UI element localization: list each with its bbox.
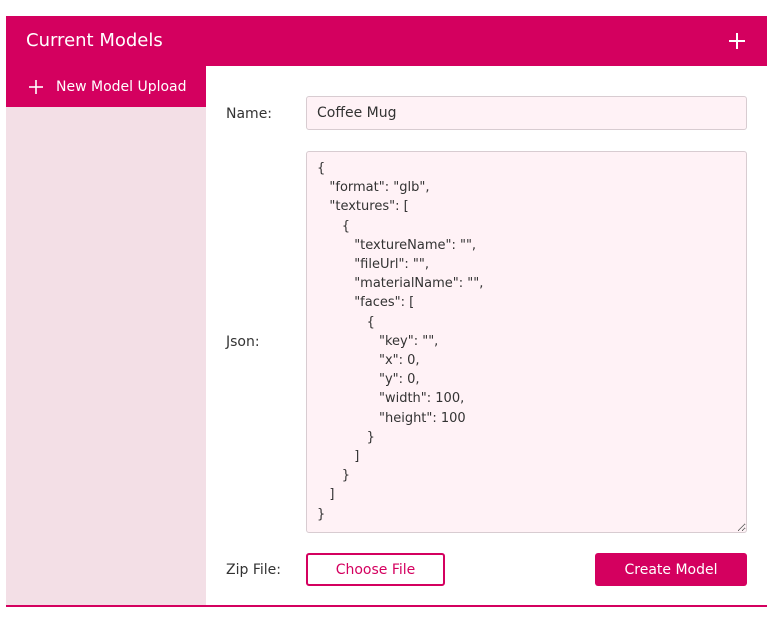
- models-panel: Current Models New Model Upload Name: Js…: [6, 16, 767, 607]
- sidebar-item-label: New Model Upload: [56, 79, 187, 95]
- page-title: Current Models: [26, 30, 163, 51]
- choose-file-button[interactable]: Choose File: [306, 553, 445, 586]
- sidebar-item-new-model-upload[interactable]: New Model Upload: [6, 66, 206, 107]
- zip-file-label: Zip File:: [226, 562, 281, 578]
- plus-icon-graphic: [729, 33, 745, 49]
- name-label: Name:: [226, 106, 273, 122]
- plus-icon: [28, 79, 44, 95]
- plus-icon[interactable]: [727, 31, 747, 51]
- sidebar: New Model Upload: [6, 66, 206, 605]
- json-textarea[interactable]: { "format": "glb", "textures": [ { "text…: [306, 151, 747, 533]
- create-model-button[interactable]: Create Model: [595, 553, 747, 586]
- panel-header: Current Models: [6, 16, 767, 66]
- json-label: Json:: [226, 334, 260, 350]
- name-input[interactable]: [306, 96, 747, 130]
